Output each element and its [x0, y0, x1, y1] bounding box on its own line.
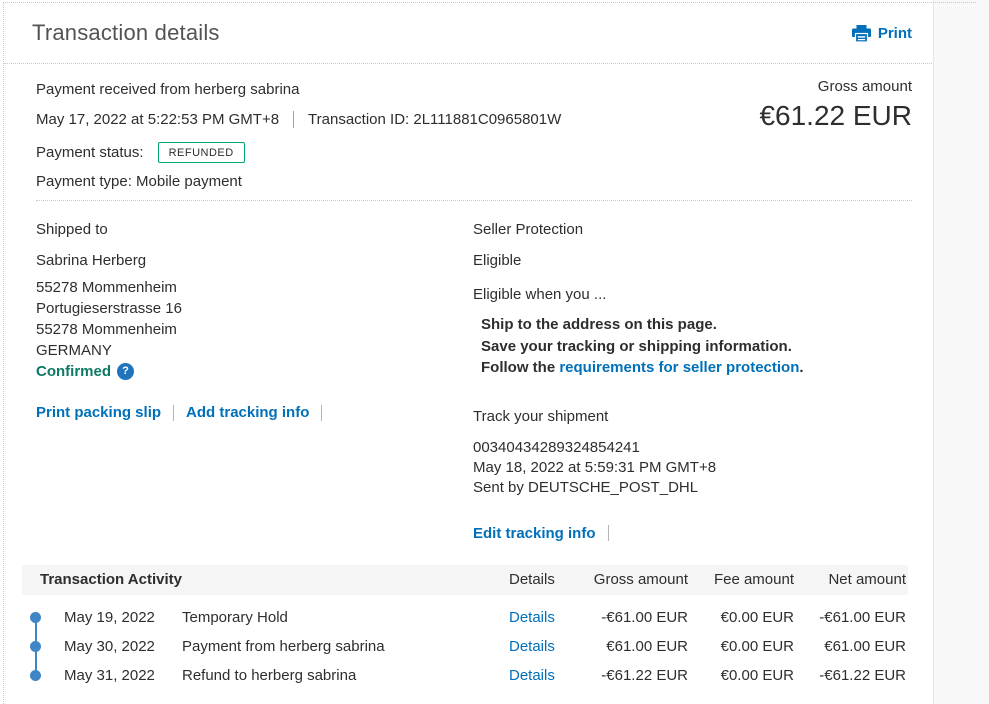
print-packing-slip-link[interactable]: Print packing slip	[36, 404, 161, 421]
shipped-to-column: Shipped to Sabrina Herberg 55278 Mommenh…	[4, 221, 473, 542]
transaction-id: Transaction ID: 2L111881C0965801W	[308, 111, 561, 128]
shipping-protection-section: Shipped to Sabrina Herberg 55278 Mommenh…	[4, 201, 932, 542]
column-header-gross: Gross amount	[589, 571, 688, 588]
row-description: Payment from herberg sabrina	[182, 638, 509, 655]
activity-table-header: Transaction Activity Details Gross amoun…	[22, 565, 908, 595]
print-button[interactable]: Print	[852, 25, 912, 42]
payment-type: Payment type: Mobile payment	[36, 172, 912, 190]
row-gross-amount: -€61.00 EUR	[589, 609, 688, 626]
seller-protection-title: Seller Protection	[473, 221, 912, 239]
transaction-details-card: Transaction details Print Gross amount	[4, 3, 932, 704]
page-title: Transaction details	[32, 20, 220, 46]
tracking-carrier: Sent by DEUTSCHE_POST_DHL	[473, 478, 912, 498]
seller-protection-column: Seller Protection Eligible Eligible when…	[473, 221, 932, 542]
timeline-dot-icon	[30, 641, 41, 652]
printer-icon	[852, 25, 871, 42]
row-fee-amount: €0.00 EUR	[688, 638, 794, 655]
gross-amount-block: Gross amount €61.22 EUR	[759, 78, 912, 132]
track-shipment-title: Track your shipment	[473, 408, 912, 425]
details-link[interactable]: Details	[509, 609, 589, 626]
column-header-details: Details	[509, 571, 589, 588]
payment-summary-section: Gross amount €61.22 EUR Payment received…	[4, 64, 932, 200]
row-date: May 19, 2022	[64, 609, 182, 626]
recipient-name: Sabrina Herberg	[36, 252, 473, 269]
condition-text: Follow the	[481, 359, 559, 376]
status-badge: REFUNDED	[158, 142, 245, 163]
eligibility-conditions-title: Eligible when you ...	[473, 286, 912, 303]
details-link[interactable]: Details	[509, 667, 589, 684]
payment-status-label: Payment status:	[36, 144, 144, 161]
row-fee-amount: €0.00 EUR	[688, 609, 794, 626]
condition-item: Save your tracking or shipping informati…	[481, 336, 912, 358]
separator	[608, 525, 609, 541]
column-header-net: Net amount	[794, 571, 906, 588]
shipping-address: 55278 Mommenheim Portugieserstrasse 16 5…	[36, 277, 473, 382]
transaction-activity-section: Transaction Activity Details Gross amoun…	[4, 565, 932, 690]
payment-status-row: Payment status: REFUNDED	[36, 140, 912, 164]
address-line: 55278 Mommenheim	[36, 277, 473, 298]
row-net-amount: -€61.22 EUR	[794, 667, 906, 684]
table-row: May 19, 2022 Temporary Hold Details -€61…	[22, 603, 908, 632]
address-line: GERMANY	[36, 340, 473, 361]
eligibility-conditions: Ship to the address on this page. Save y…	[473, 314, 912, 379]
seller-protection-status: Eligible	[473, 252, 912, 269]
row-fee-amount: €0.00 EUR	[688, 667, 794, 684]
row-gross-amount: €61.00 EUR	[589, 638, 688, 655]
row-net-amount: -€61.00 EUR	[794, 609, 906, 626]
timeline-dot-icon	[30, 612, 41, 623]
confirmed-label: Confirmed	[36, 361, 111, 382]
tracking-number: 00340434289324854241	[473, 438, 912, 458]
gross-amount-label: Gross amount	[759, 78, 912, 95]
column-header-fee: Fee amount	[688, 571, 794, 588]
condition-item: Ship to the address on this page.	[481, 314, 912, 336]
separator	[173, 405, 174, 421]
gross-amount-value: €61.22 EUR	[759, 100, 912, 132]
row-date: May 31, 2022	[64, 667, 182, 684]
payment-date: May 17, 2022 at 5:22:53 PM GMT+8	[36, 111, 279, 128]
shipping-actions-row: Print packing slip Add tracking info	[36, 404, 473, 421]
condition-item: Follow the requirements for seller prote…	[481, 357, 912, 379]
activity-title: Transaction Activity	[22, 571, 509, 588]
seller-protection-requirements-link[interactable]: requirements for seller protection	[559, 359, 799, 376]
separator	[321, 405, 322, 421]
row-gross-amount: -€61.22 EUR	[589, 667, 688, 684]
print-button-label: Print	[878, 25, 912, 42]
tracking-date: May 18, 2022 at 5:59:31 PM GMT+8	[473, 458, 912, 478]
row-description: Temporary Hold	[182, 609, 509, 626]
condition-text: .	[799, 359, 803, 376]
row-date: May 30, 2022	[64, 638, 182, 655]
help-question-icon[interactable]: ?	[117, 363, 134, 380]
shipped-to-title: Shipped to	[36, 221, 473, 239]
row-net-amount: €61.00 EUR	[794, 638, 906, 655]
address-line: Portugieserstrasse 16	[36, 298, 473, 319]
details-link[interactable]: Details	[509, 638, 589, 655]
page-gutter	[933, 0, 989, 704]
add-tracking-info-link[interactable]: Add tracking info	[186, 404, 309, 421]
address-line: 55278 Mommenheim	[36, 319, 473, 340]
activity-rows: May 19, 2022 Temporary Hold Details -€61…	[22, 603, 908, 690]
edit-tracking-info-link[interactable]: Edit tracking info	[473, 525, 596, 542]
transaction-details-page: Transaction details Print Gross amount	[0, 0, 989, 704]
tracking-details: 00340434289324854241 May 18, 2022 at 5:5…	[473, 438, 912, 498]
table-row: May 31, 2022 Refund to herberg sabrina D…	[22, 661, 908, 690]
separator	[293, 111, 294, 128]
address-confirmed-row: Confirmed ?	[36, 361, 473, 382]
tracking-actions-row: Edit tracking info	[473, 525, 912, 542]
card-header: Transaction details Print	[4, 3, 932, 64]
row-description: Refund to herberg sabrina	[182, 667, 509, 684]
table-row: May 30, 2022 Payment from herberg sabrin…	[22, 632, 908, 661]
timeline-dot-icon	[30, 670, 41, 681]
